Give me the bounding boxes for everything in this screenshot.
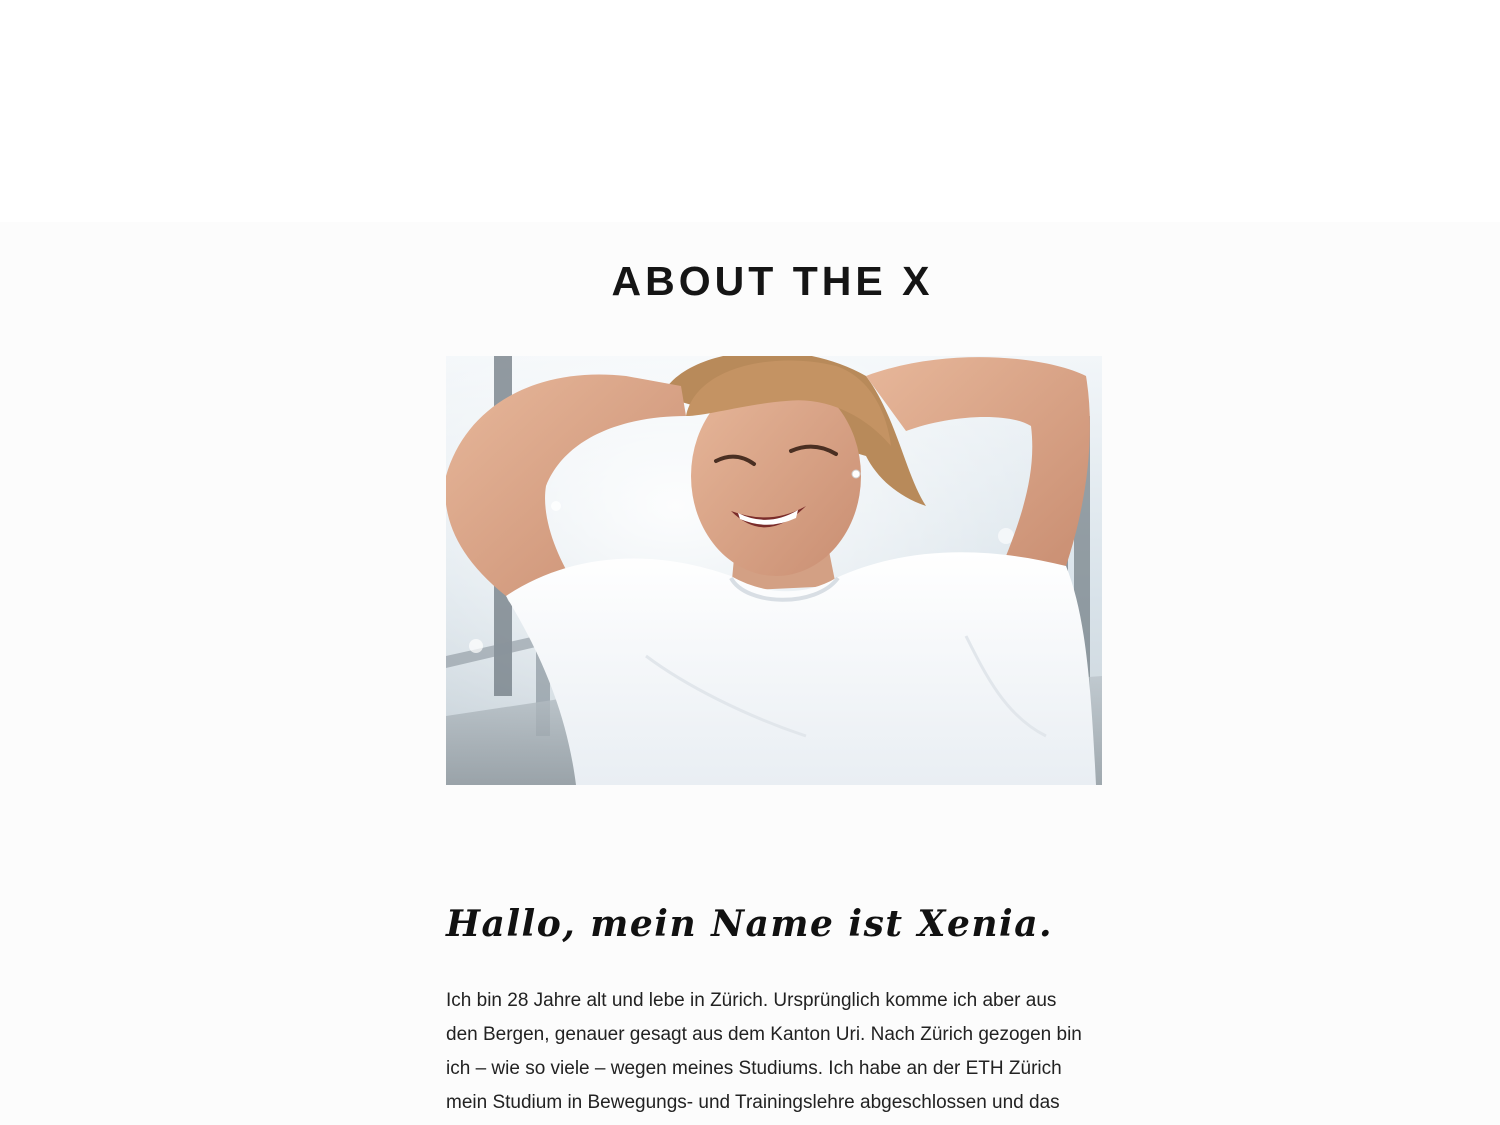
bio-line: ich – wie so viele – wegen meines Studiu… [446, 1058, 1062, 1079]
section-title: ABOUT THE X [611, 258, 934, 304]
bio-paragraph: Ich bin 28 Jahre alt und lebe in Zürich.… [446, 984, 1106, 1120]
bio-line: mein Studium in Bewegungs- und Trainings… [446, 1092, 1060, 1113]
header-blank-area [0, 0, 1500, 222]
bio-line: den Bergen, genauer gesagt aus dem Kanto… [446, 1024, 1082, 1045]
greeting-signature: Hallo, mein Name ist Xenia. [446, 903, 1054, 945]
profile-photo [446, 356, 1102, 785]
bio-line: Ich bin 28 Jahre alt und lebe in Zürich.… [446, 990, 1057, 1011]
